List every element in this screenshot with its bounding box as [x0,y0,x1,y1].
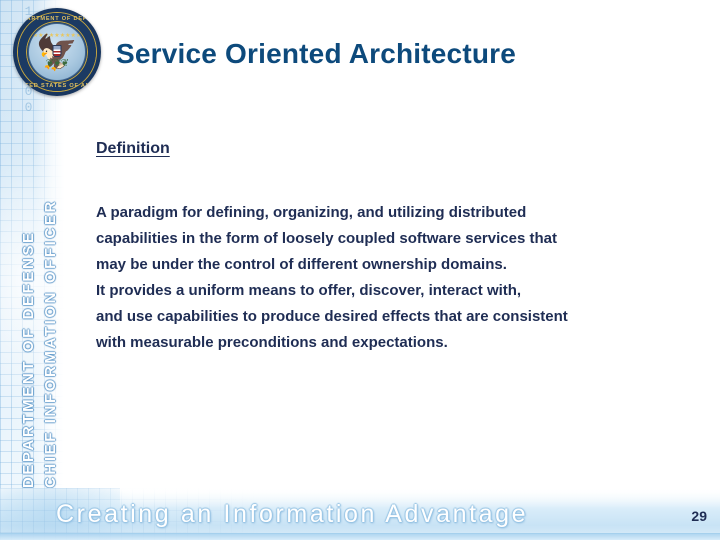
vertical-label-department-of-defense: DEPARTMENT OF DEFENSE [20,230,37,488]
seal-inner-disc: ★★★★★★★★★★★ 🦅 ❦❦❦ [29,24,85,80]
vertical-label-chief-information-officer: CHIEF INFORMATION OFFICER [42,199,59,488]
body-line: A paradigm for defining, organizing, and… [96,204,527,221]
slide-content: Definition A paradigm for defining, orga… [96,140,696,356]
dod-seal-icon: DEPARTMENT OF DEFENSE UNITED STATES OF A… [13,8,101,96]
definition-body-text: A paradigm for defining, organizing, and… [96,200,696,356]
slide-root: 10011001 DEPARTMENT OF DEFENSE CHIEF INF… [0,0,720,540]
body-line: capabilities in the form of loosely coup… [96,230,557,247]
section-heading-definition: Definition [96,140,170,157]
laurel-icon: ❦❦❦ [45,58,69,69]
footer-tagline: Creating an Information Advantage [56,500,529,528]
sidebar-vertical-text-group: DEPARTMENT OF DEFENSE CHIEF INFORMATION … [0,110,64,490]
footer-bottom-rule [0,533,720,540]
body-line: may be under the control of different ow… [96,256,507,273]
body-line: with measurable preconditions and expect… [96,334,448,351]
body-line: It provides a uniform means to offer, di… [96,282,522,299]
slide-footer: Creating an Information Advantage 29 [0,488,720,540]
seal-bottom-text: UNITED STATES OF AMERICA [13,83,101,89]
seal-top-text: DEPARTMENT OF DEFENSE [13,16,101,22]
slide-title: Service Oriented Architecture [116,38,517,69]
page-number: 29 [691,508,707,524]
body-line: and use capabilities to produce desired … [96,308,568,325]
shield-icon [52,44,62,57]
